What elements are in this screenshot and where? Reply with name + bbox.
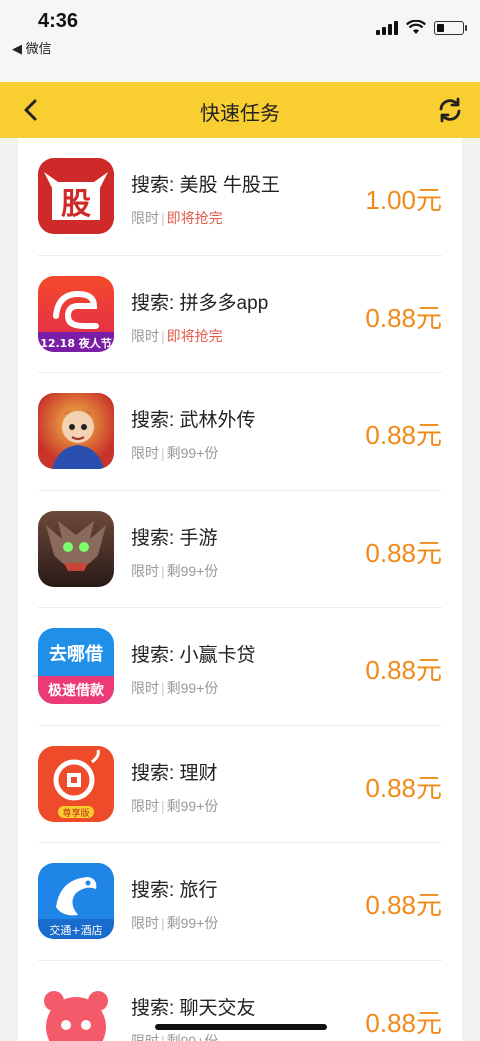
task-status: 即将抢完 [166, 327, 223, 344]
nav-bar: 快速任务 [0, 82, 480, 138]
task-meta: 限时 | 剩99+份 [131, 445, 219, 461]
status-bar: 4:36 ◀ 微信 [0, 0, 480, 82]
task-price: 0.88元 [365, 302, 442, 333]
task-status: 剩99+份 [166, 915, 219, 931]
task-status: 剩99+份 [166, 680, 219, 696]
loan-app-icon: 去哪借 极速借款 [38, 628, 114, 704]
limit-label: 限时 [131, 1032, 159, 1041]
task-list: 股 搜索: 美股 牛股王 限时 | 即将抢完 1.00元 12.18 夜人节 搜索:… [18, 138, 462, 1041]
task-price: 0.88元 [365, 890, 442, 920]
finance-icon-text: 尊享版 [62, 807, 89, 819]
task-meta: 限时 | 剩99+份 [131, 915, 219, 931]
limit-label: 限时 [131, 562, 159, 579]
home-indicator[interactable] [155, 1024, 327, 1030]
task-title: 搜索: 旅行 [131, 880, 218, 901]
task-item[interactable]: 搜索: 手游 限时 | 剩99+份 0.88元 [38, 491, 442, 608]
task-title: 搜索: 武林外传 [131, 410, 256, 431]
task-price: 0.88元 [365, 420, 442, 450]
task-item[interactable]: 尊享版 搜索: 理财 限时 | 剩99+份 0.88元 [38, 726, 442, 843]
task-item[interactable]: 股 搜索: 美股 牛股王 限时 | 即将抢完 1.00元 [38, 138, 442, 256]
task-meta: 限时 | 剩99+份 [131, 797, 219, 814]
signal-icon [376, 20, 398, 35]
pinduoduo-app-icon: 12.18 夜人节 [38, 275, 114, 352]
task-status: 剩99+份 [166, 562, 219, 579]
stock-app-icon: 股 [38, 158, 114, 234]
task-price: 0.88元 [365, 1007, 442, 1038]
task-status: 剩99+份 [166, 797, 219, 814]
task-meta: 限时 | 剩99+份 [131, 1031, 218, 1041]
task-price: 1.00元 [365, 185, 442, 215]
wifi-icon [406, 20, 426, 34]
loan-icon-bottom-text: 极速借款 [48, 682, 105, 699]
chat-app-icon [38, 980, 114, 1041]
task-title: 搜索: 理财 [131, 762, 218, 784]
task-title: 搜索: 手游 [131, 527, 218, 549]
task-title: 搜索: 美股 牛股王 [131, 175, 280, 196]
task-title: 搜索: 拼多多app [131, 292, 269, 314]
task-meta: 限时 | 剩99+份 [131, 562, 219, 579]
task-item[interactable]: 12.18 夜人节 搜索: 拼多多app 限时 | 即将抢完 0.88元 [38, 256, 442, 373]
loan-icon-top-text: 去哪借 [49, 643, 103, 665]
limit-label: 限时 [131, 680, 159, 696]
task-status: 剩99+份 [166, 1032, 219, 1041]
task-price: 0.88元 [365, 772, 442, 803]
task-title: 搜索: 聊天交友 [131, 997, 256, 1019]
status-time: 4:36 [38, 10, 79, 32]
pinduoduo-icon-text: 12.18 夜人节 [40, 336, 112, 350]
limit-label: 限时 [131, 797, 159, 814]
status-icons [376, 20, 467, 35]
back-to-app-link[interactable]: ◀ 微信 [12, 38, 52, 57]
task-title: 搜索: 小赢卡贷 [131, 645, 256, 666]
task-status: 即将抢完 [166, 210, 223, 226]
task-price: 0.88元 [365, 537, 442, 568]
limit-label: 限时 [131, 445, 159, 461]
task-item[interactable]: 去哪借 极速借款 搜索: 小赢卡贷 限时 | 剩99+份 0.88元 [38, 608, 442, 726]
task-meta: 限时 | 剩99+份 [131, 680, 219, 696]
task-price: 0.88元 [365, 655, 442, 685]
task-meta: 限时 | 即将抢完 [131, 327, 223, 344]
battery-icon [434, 20, 467, 35]
wulin-game-icon [38, 393, 114, 469]
task-status: 剩99+份 [166, 445, 219, 461]
mobile-game-icon [38, 510, 114, 587]
task-meta: 限时 | 即将抢完 [131, 210, 223, 226]
travel-app-icon: 交通+酒店 [38, 863, 114, 939]
page-title: 快速任务 [200, 103, 280, 125]
limit-label: 限时 [131, 915, 159, 931]
limit-label: 限时 [131, 210, 159, 226]
finance-app-icon: 尊享版 [38, 745, 114, 822]
refresh-icon[interactable] [436, 96, 464, 124]
travel-icon-text: 交通+酒店 [49, 923, 102, 937]
task-item[interactable]: 交通+酒店 搜索: 旅行 限时 | 剩99+份 0.88元 [38, 843, 442, 961]
limit-label: 限时 [131, 327, 159, 344]
svg-text:股: 股 [61, 187, 91, 222]
task-item[interactable]: 搜索: 武林外传 限时 | 剩99+份 0.88元 [38, 373, 442, 491]
